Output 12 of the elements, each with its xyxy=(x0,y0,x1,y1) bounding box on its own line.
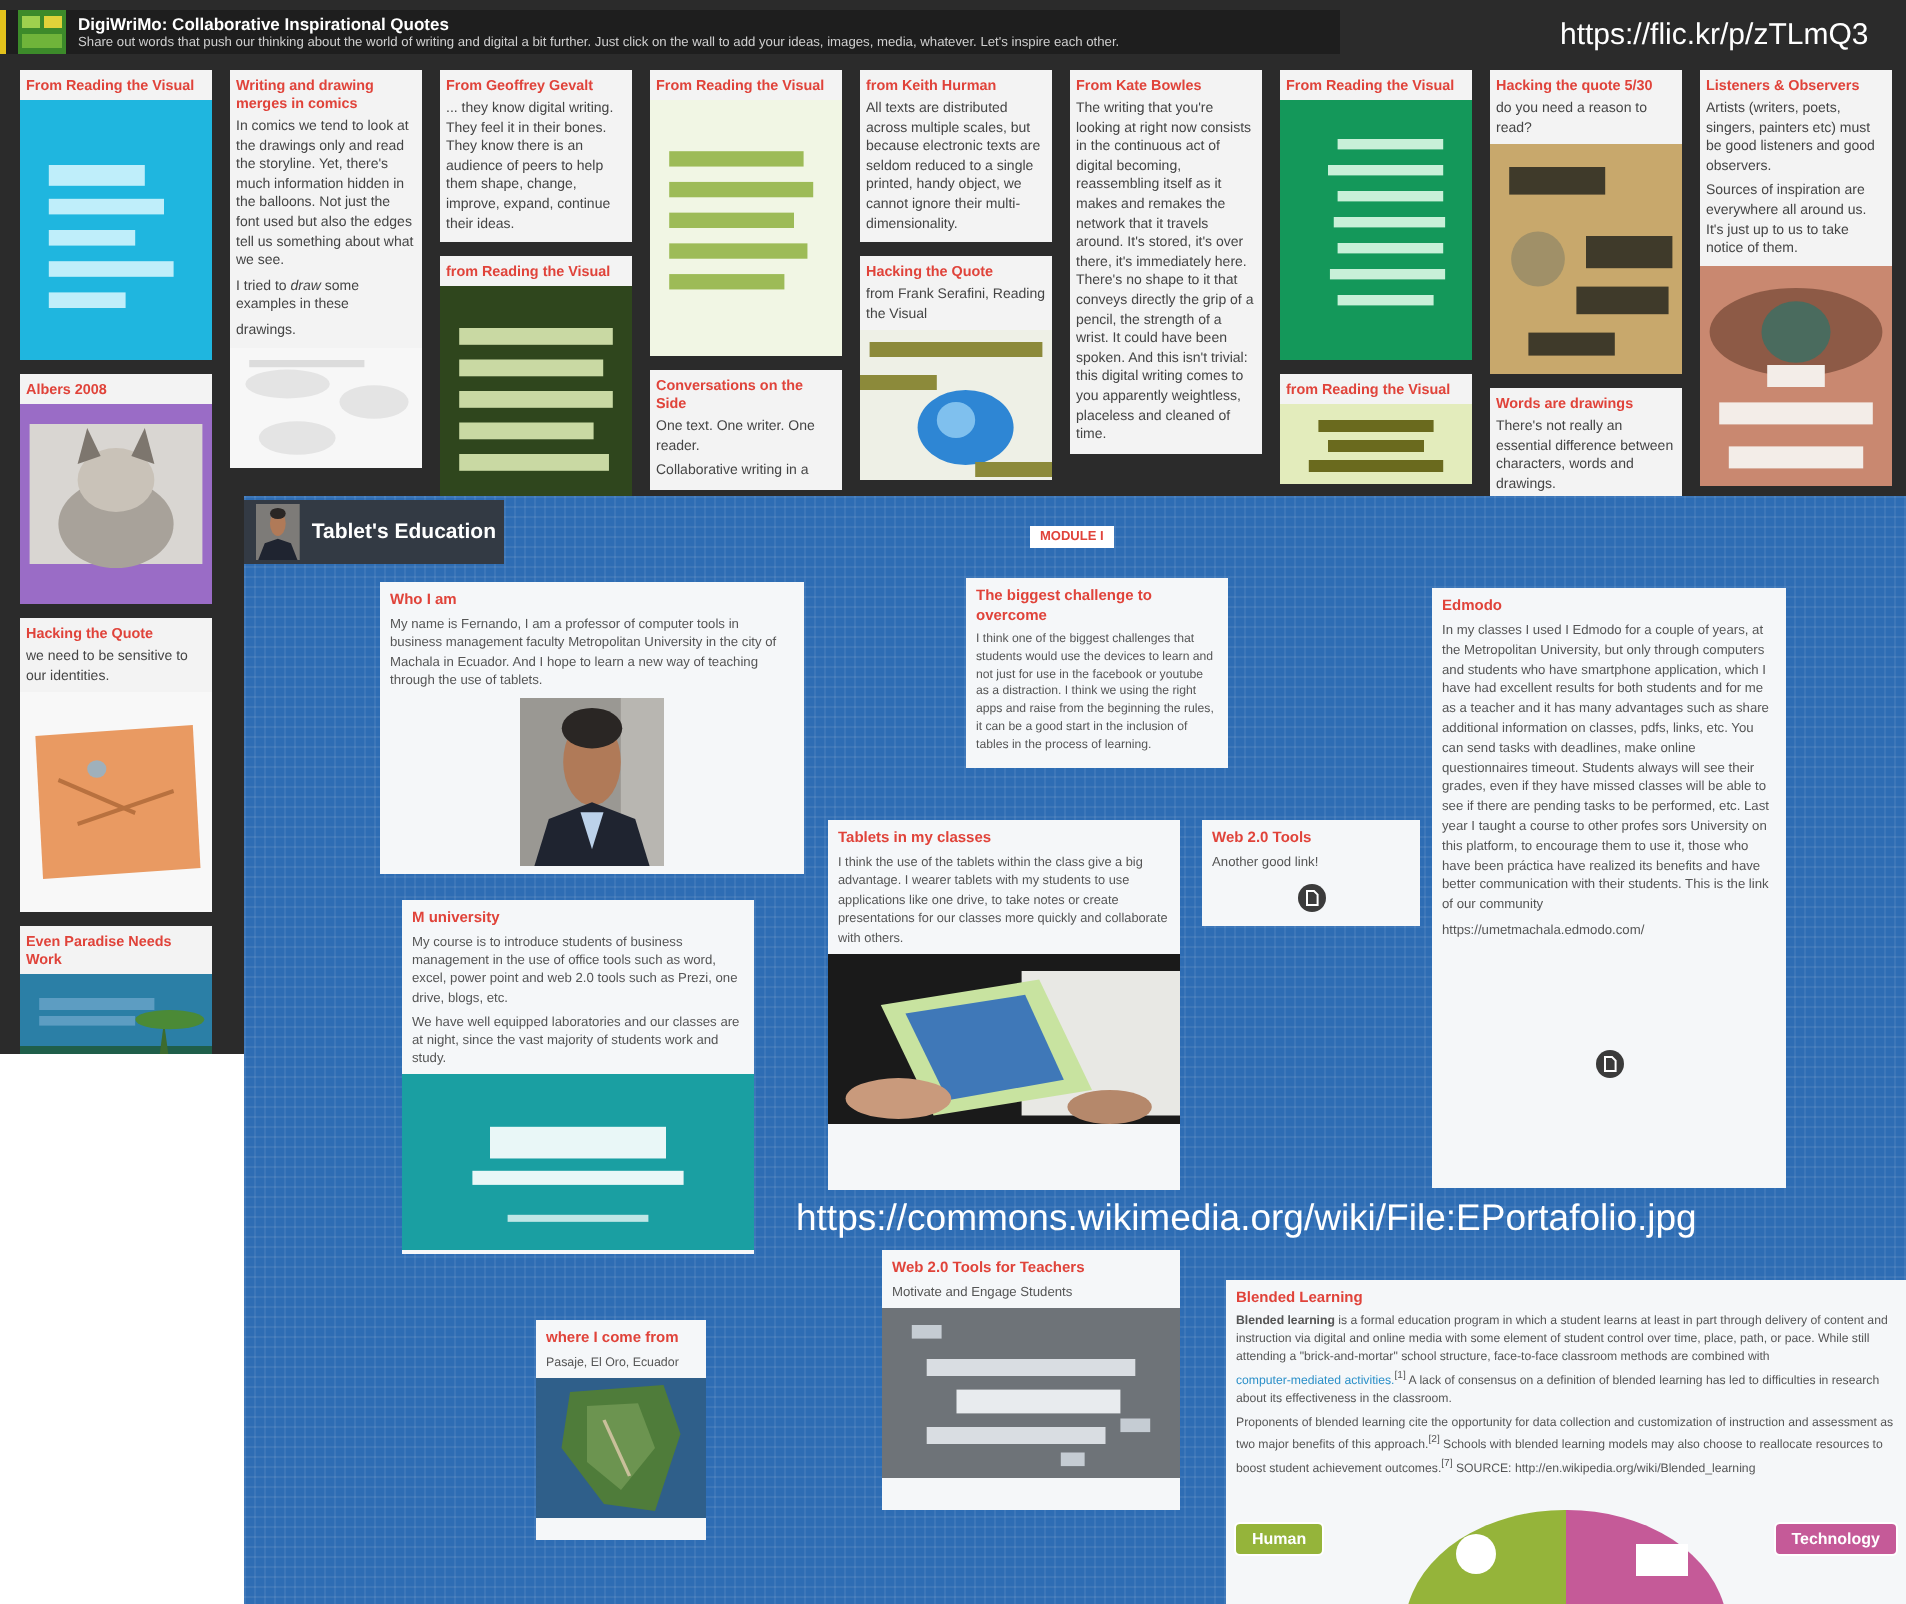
file-icon[interactable] xyxy=(1595,1049,1623,1078)
wall-title: DigiWriMo: Collaborative Inspirational Quotes xyxy=(78,14,451,34)
post-card[interactable] xyxy=(380,582,804,874)
post-card[interactable] xyxy=(828,820,1180,1190)
diagram-label: Human xyxy=(1234,1522,1325,1557)
attribution-url: https://commons.wikimedia.org/wiki/File:EPortafolio.jpg xyxy=(796,1196,1697,1240)
attribution-url: https://flic.kr/p/zTLmQ3 xyxy=(1560,18,1869,52)
logo-icon xyxy=(18,10,66,54)
post-card[interactable] xyxy=(1070,70,1262,454)
file-icon[interactable] xyxy=(1297,884,1325,913)
diagram-label: Technology xyxy=(1773,1522,1898,1557)
board-title: Tablet's Education xyxy=(311,520,496,544)
